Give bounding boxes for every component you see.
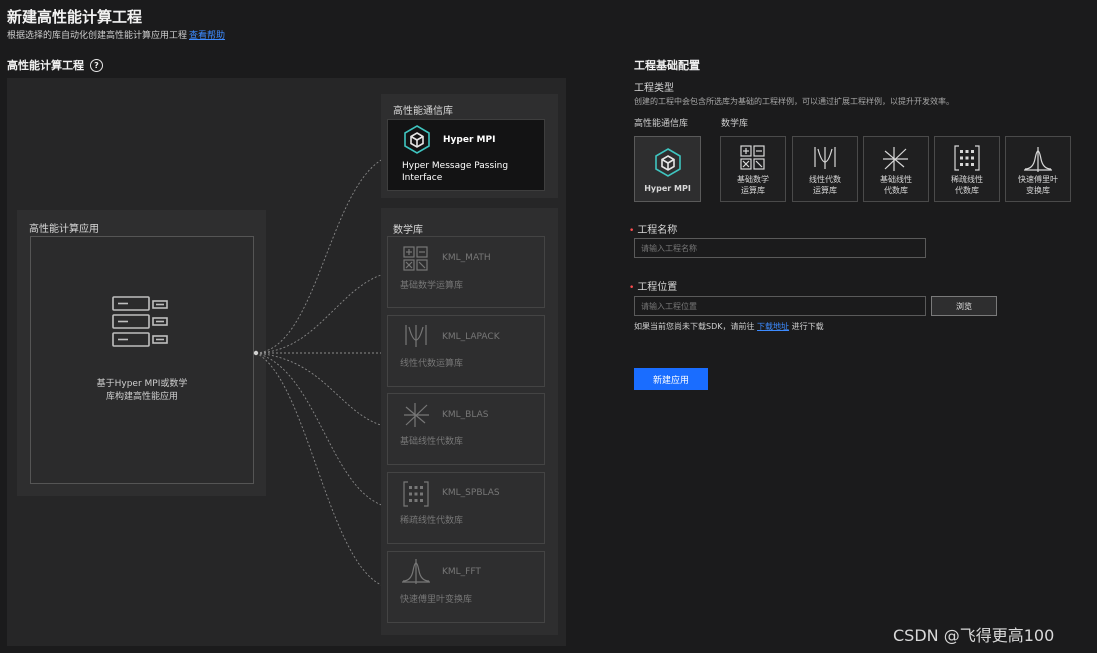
create-app-button[interactable]: 新建应用 [634,368,708,390]
type-label-fft: 快速傅里叶 变换库 [1018,174,1058,196]
type-label-spblas-line1: 稀疏线性 [951,175,983,184]
type-card-hyper-mpi[interactable]: Hyper MPI [634,136,701,202]
mpi-description: Hyper Message Passing Interface [402,160,508,184]
kml-lapack-desc: 线性代数运算库 [400,359,464,369]
fft-icon [402,559,430,584]
sdk-hint: 如果当前您尚未下载SDK，请前往 下载地址 进行下载 [634,321,824,332]
config-title: 工程基础配置 [634,59,700,72]
sdk-hint-prefix: 如果当前您尚未下载SDK，请前往 [634,322,755,331]
type-label-lapack-line2: 运算库 [813,186,837,195]
kml-fft-desc: 快速傅里叶变换库 [400,595,473,605]
type-label-spblas: 稀疏线性 代数库 [951,174,983,196]
sparse-grid-icon [954,145,980,171]
type-label-math-line2: 运算库 [741,186,765,195]
math-lib-group-label: 数学库 [721,119,749,129]
required-mark: • [629,283,635,293]
project-type-desc: 创建的工程中会包含所选库为基础的工程样例，可以通过扩展工程样例，以提升开发效率。 [634,97,954,106]
cube-icon [654,148,681,177]
project-location-input[interactable]: 请输入工程位置 [634,296,926,316]
cube-icon [404,125,430,154]
type-label-lapack: 线性代数 运算库 [809,174,841,196]
type-label-lapack-line1: 线性代数 [809,175,841,184]
type-card-spblas[interactable]: 稀疏线性 代数库 [934,136,1000,202]
mpi-desc-line2: Interface [402,173,443,183]
comm-lib-group-label: 高性能通信库 [634,119,689,129]
project-name-input[interactable]: 请输入工程名称 [634,238,926,258]
mpi-name: Hyper MPI [443,135,496,145]
math-grid-icon [403,246,428,271]
kml-math-name: KML_MATH [442,253,491,263]
kml-fft-name: KML_FFT [442,567,481,577]
math-grid-icon [740,145,765,170]
sparse-grid-icon [403,481,429,507]
project-name-label: • 工程名称 [629,218,677,237]
sdk-hint-suffix: 进行下载 [791,322,824,331]
comm-lib-label: 高性能通信库 [393,106,453,117]
type-label-fft-line1: 快速傅里叶 [1018,175,1058,184]
kml-lapack-name: KML_LAPACK [442,332,500,342]
sdk-download-link[interactable]: 下载地址 [757,322,789,331]
watermark: CSDN @飞得更高100 [893,626,1055,645]
type-label-math-line1: 基础数学 [737,175,769,184]
project-type-label: 工程类型 [634,83,674,94]
kml-math-desc: 基础数学运算库 [400,281,464,291]
type-label-math: 基础数学 运算库 [737,174,769,196]
type-label-spblas-line2: 代数库 [955,186,979,195]
math-lib-label: 数学库 [393,225,423,236]
kml-spblas-name: KML_SPBLAS [442,488,500,498]
fft-icon [1024,147,1052,172]
type-card-math[interactable]: 基础数学 运算库 [720,136,786,202]
type-label-blas-line1: 基础线性 [880,175,912,184]
kml-spblas-desc: 稀疏线性代数库 [400,516,464,526]
type-label-blas: 基础线性 代数库 [880,174,912,196]
browse-button[interactable]: 浏览 [931,296,997,316]
kml-blas-name: KML_BLAS [442,410,489,420]
kml-blas-desc: 基础线性代数库 [400,437,464,447]
type-card-blas[interactable]: 基础线性 代数库 [863,136,929,202]
lapack-icon [814,147,836,169]
type-label-blas-line2: 代数库 [884,186,908,195]
required-mark: • [629,226,635,236]
lapack-icon [405,325,427,347]
project-name-text: 工程名称 [637,225,678,236]
blas-icon [404,403,429,427]
project-location-label: • 工程位置 [629,275,677,294]
type-label-fft-line2: 变换库 [1026,186,1050,195]
type-label-hyper-mpi: Hyper MPI [644,184,691,193]
type-card-lapack[interactable]: 线性代数 运算库 [792,136,858,202]
blas-icon [883,147,908,171]
type-card-fft[interactable]: 快速傅里叶 变换库 [1005,136,1071,202]
mpi-desc-line1: Hyper Message Passing [402,161,509,171]
project-location-text: 工程位置 [637,282,678,293]
